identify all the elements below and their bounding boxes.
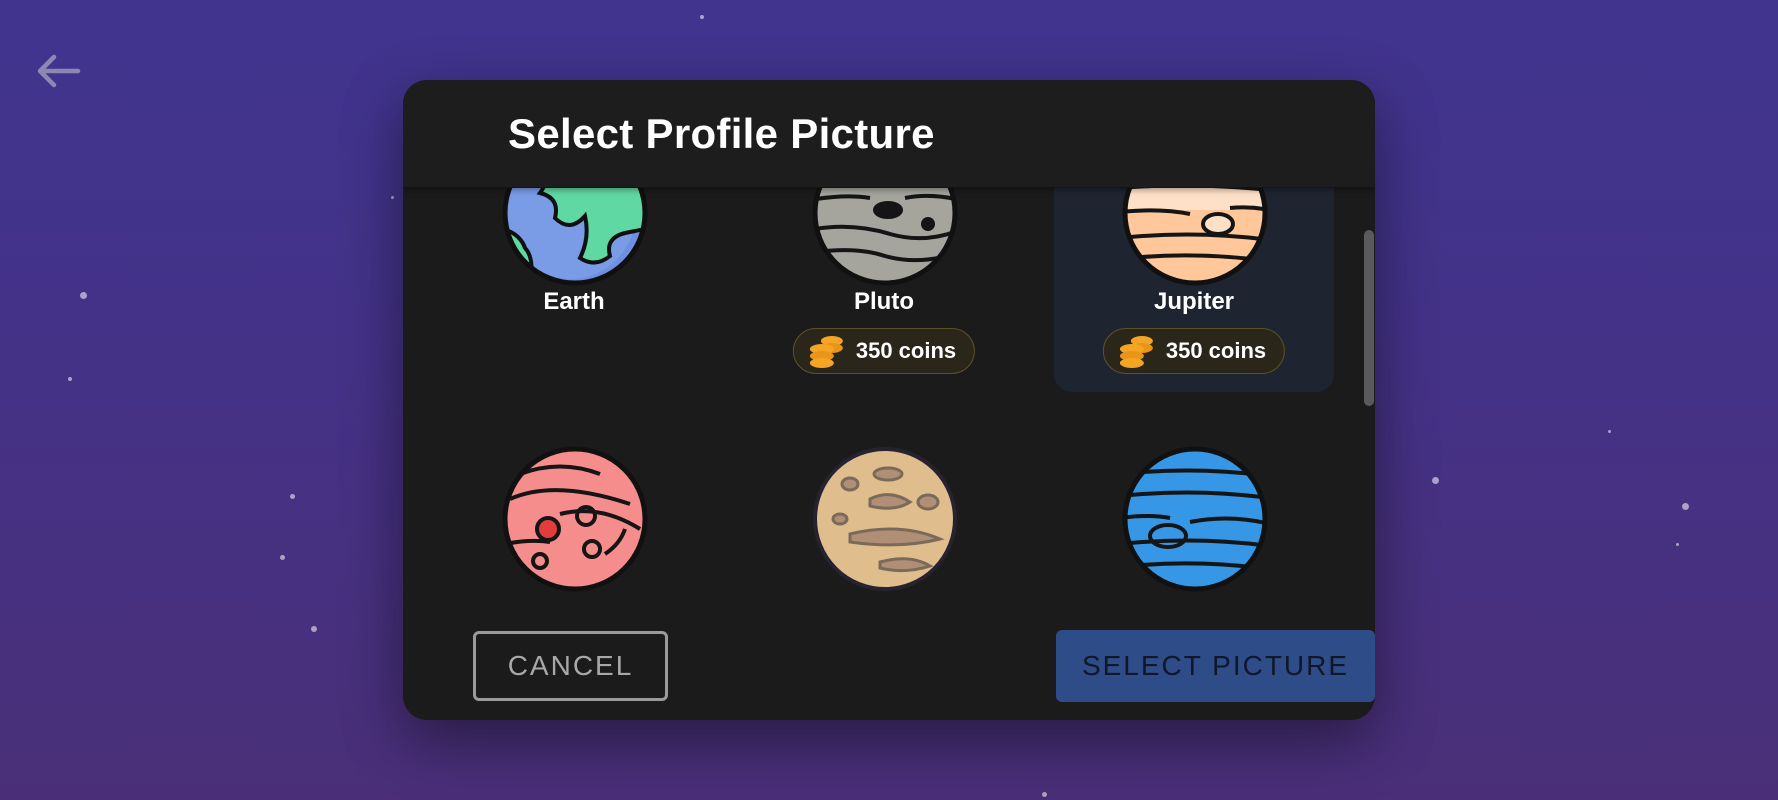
coins-icon [809,336,843,368]
picture-tile-venus[interactable] [744,447,1024,690]
price-badge: 350 coins [1102,328,1286,374]
price-text: 350 coins [855,338,957,363]
picture-tile-jupiter[interactable]: Jupiter 350 coins [1054,188,1334,392]
profile-picture-dialog: Select Profile Picture Earth Pluto 350 c… [403,80,1375,720]
cancel-button[interactable]: CANCEL [473,631,668,701]
coins-icon [1119,336,1153,368]
picture-tile-pluto[interactable]: Pluto 350 coins [744,188,1024,392]
dialog-title: Select Profile Picture [508,110,935,157]
dialog-header: Select Profile Picture [403,80,1375,188]
picture-grid[interactable]: Earth Pluto 350 coins Jupiter 350 coins [403,188,1375,690]
grid-scrollbar[interactable] [1364,230,1374,406]
picture-tile-earth[interactable]: Earth [434,188,714,392]
pluto-planet-icon [812,188,958,286]
back-button[interactable] [30,48,86,94]
jupiter-planet-icon [1122,188,1268,286]
picture-name: Earth [543,288,605,315]
select-picture-button-label: SELECT PICTURE [1081,650,1350,681]
cancel-button-label: CANCEL [507,650,634,681]
picture-name: Jupiter [1153,288,1234,315]
picture-name: Pluto [854,288,914,315]
venus-planet-icon [813,447,957,591]
neptune-planet-icon [1122,446,1268,592]
price-badge: 350 coins [792,328,976,374]
arrow-left-icon [37,54,81,88]
mars-planet-icon [502,446,648,592]
select-picture-button[interactable]: SELECT PICTURE [1056,630,1375,702]
price-text: 350 coins [1165,338,1267,363]
earth-planet-icon [502,188,648,286]
